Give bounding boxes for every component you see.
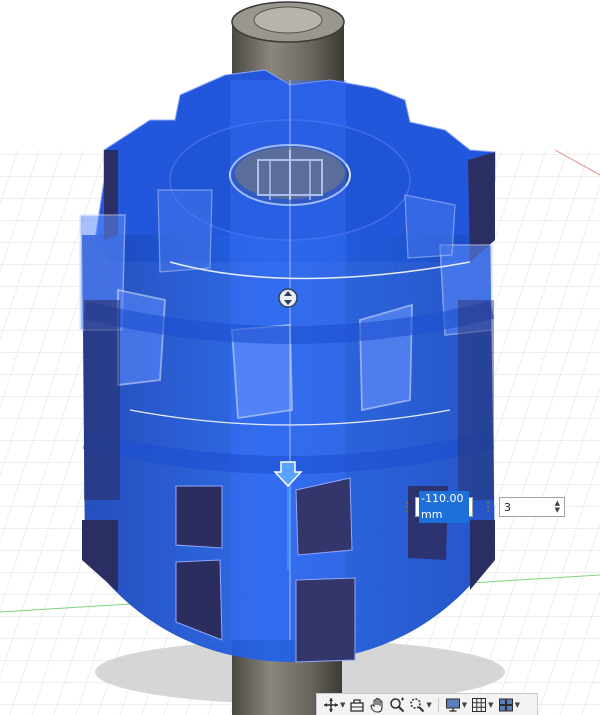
fit-menu-caret-icon[interactable]: ▼ — [426, 701, 431, 709]
navigation-bar: ▼ ▼ ▼ ▼ ▼ — [316, 693, 538, 715]
viewports-button[interactable]: ▼ — [498, 696, 520, 714]
quantity-stepper[interactable]: 3 ▲ ▼ — [499, 497, 565, 517]
quantity-grip-handle[interactable] — [482, 497, 494, 517]
distance-value: -110.00 mm — [419, 491, 469, 523]
quantity-spinner[interactable]: ▲ ▼ — [555, 500, 560, 514]
grid-and-snaps-button[interactable]: ▼ — [471, 696, 494, 714]
viewports-icon — [498, 698, 513, 711]
display-settings-button[interactable]: ▼ — [445, 696, 467, 714]
gear-body — [79, 69, 496, 663]
look-at-icon — [350, 698, 365, 712]
spin-down-icon[interactable]: ▼ — [555, 507, 560, 514]
orbit-menu-caret-icon[interactable]: ▼ — [340, 701, 345, 709]
monitor-icon — [445, 698, 460, 712]
toolbar-divider — [437, 697, 439, 712]
quantity-value: 3 — [504, 500, 511, 514]
fit-button[interactable]: ▼ — [409, 696, 432, 714]
3d-viewport[interactable] — [0, 0, 600, 715]
hand-icon — [370, 697, 383, 713]
orbit-button[interactable]: ▼ — [323, 696, 345, 714]
distance-grip-handle[interactable] — [401, 497, 413, 517]
grid-menu-caret-icon[interactable]: ▼ — [488, 701, 493, 709]
zoom-button[interactable] — [389, 696, 405, 714]
look-at-button[interactable] — [349, 696, 365, 714]
orbit-icon — [324, 697, 338, 712]
fit-icon — [410, 697, 425, 712]
distance-input[interactable]: -110.00 mm — [415, 491, 473, 523]
viewports-menu-caret-icon[interactable]: ▼ — [515, 701, 520, 709]
zoom-icon — [390, 697, 405, 712]
display-menu-caret-icon[interactable]: ▼ — [462, 701, 467, 709]
direction-toggle-handle[interactable] — [278, 288, 298, 308]
grid-icon — [472, 697, 487, 712]
pan-button[interactable] — [369, 696, 385, 714]
